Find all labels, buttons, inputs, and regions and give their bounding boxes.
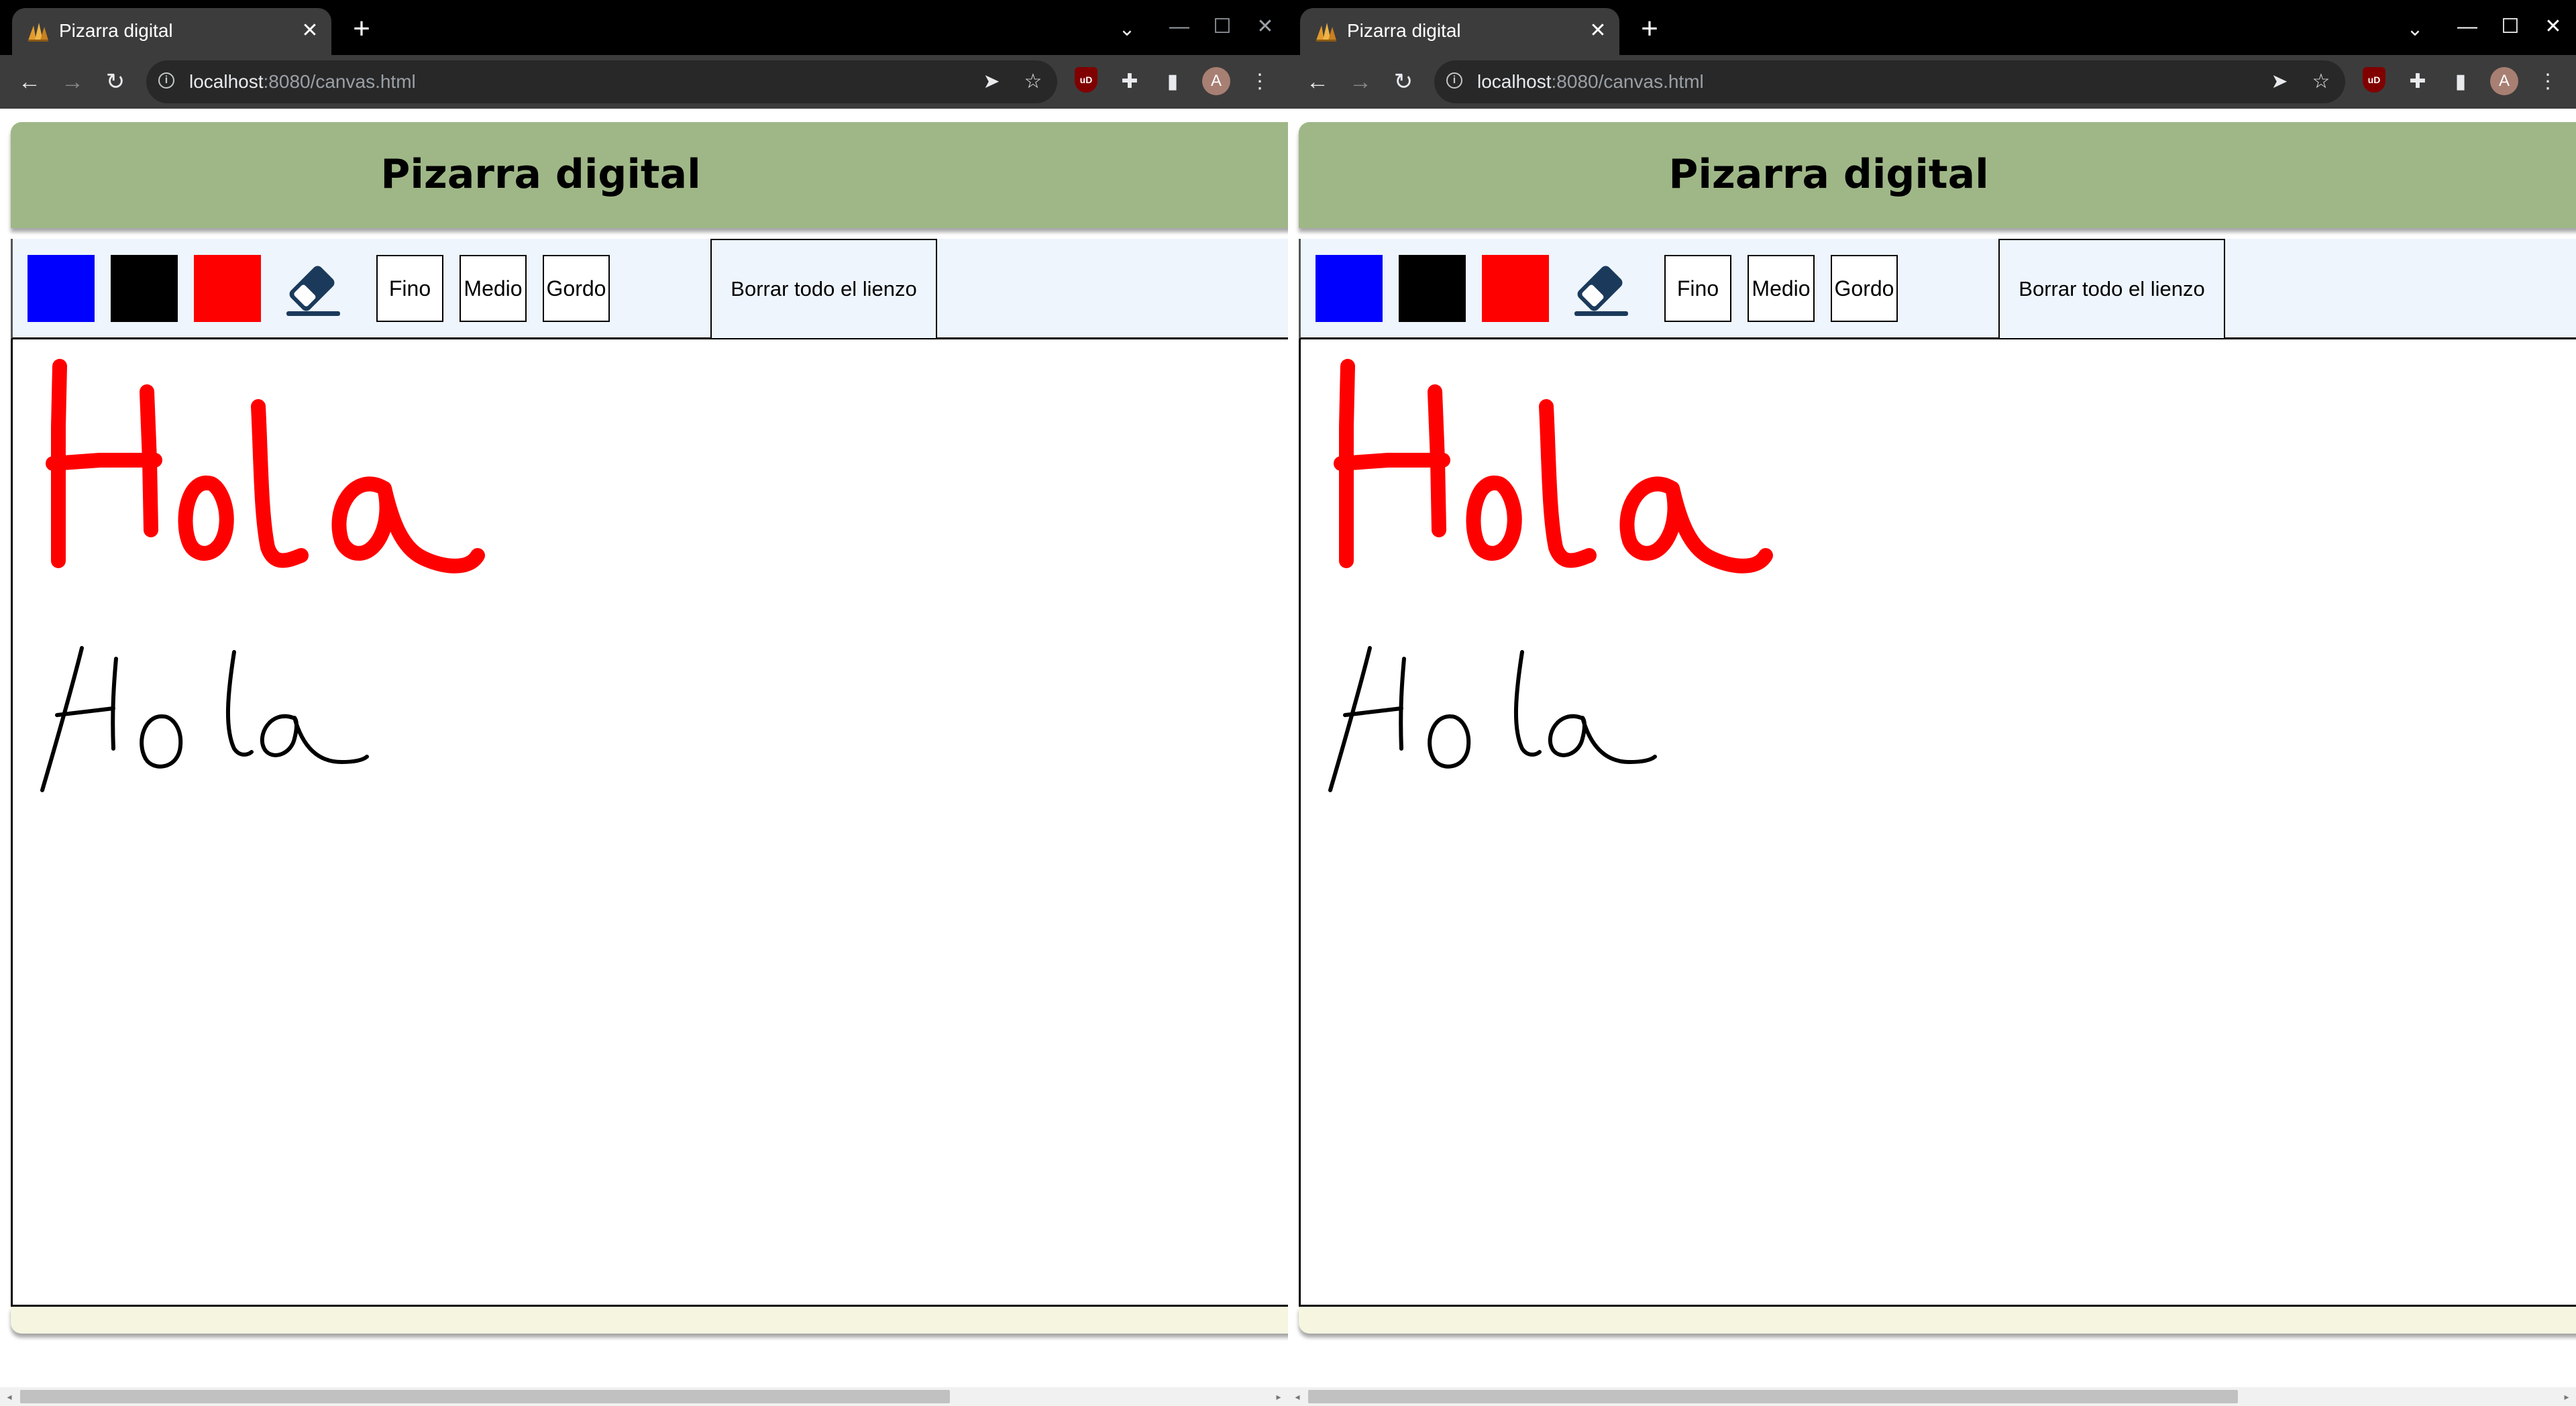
eraser-icon[interactable] (278, 255, 345, 322)
send-icon[interactable]: ➤ (977, 67, 1006, 97)
tab-search-chevron-icon[interactable]: ⌄ (1114, 16, 1140, 43)
drawing-canvas[interactable] (11, 339, 1288, 1307)
tab-close-icon[interactable]: ✕ (1585, 17, 1611, 44)
browser-window-left: Pizarra digital ✕ + ⌄ — ☐ ✕ ← → ↻ i loca… (0, 0, 1288, 1406)
black-handwriting (40, 646, 369, 792)
tab-close-icon[interactable]: ✕ (297, 17, 323, 44)
reload-icon[interactable]: ↻ (1387, 66, 1419, 98)
tab-strip: Pizarra digital ✕ + ⌄ — ☐ ✕ (0, 0, 1288, 55)
size-gordo-button[interactable]: Gordo (1831, 255, 1898, 322)
eraser-icon[interactable] (1566, 255, 1633, 322)
browser-menu-icon[interactable]: ⋮ (2533, 67, 2563, 97)
clear-canvas-button[interactable]: Borrar todo el lienzo (710, 239, 937, 339)
pizarra-page: Pizarra digital Fino Medio Gordo Borrar … (1299, 122, 2576, 1334)
browser-toolbar: ← → ↻ i localhost:8080/canvas.html ➤ ☆ u… (1288, 55, 2576, 109)
tab-search-chevron-icon[interactable]: ⌄ (2402, 16, 2428, 43)
color-swatch-red[interactable] (1482, 255, 1549, 322)
clear-canvas-button[interactable]: Borrar todo el lienzo (1998, 239, 2225, 339)
bookmark-star-icon[interactable]: ☆ (2306, 67, 2336, 97)
ublock-extension-icon[interactable]: uD (1075, 67, 1097, 93)
page-viewport: Pizarra digital Fino Medio Gordo Borrar … (1288, 109, 2576, 1406)
tab-strip: Pizarra digital ✕ + ⌄ — ☐ ✕ (1288, 0, 2576, 55)
size-fino-button[interactable]: Fino (376, 255, 443, 322)
pizarra-page: Pizarra digital Fino Medio Gordo Borrar … (11, 122, 1288, 1334)
side-panel-icon[interactable]: ▮ (1158, 67, 1187, 97)
profile-avatar[interactable]: A (1202, 67, 1230, 95)
size-medio-button[interactable]: Medio (1748, 255, 1815, 322)
bookmark-star-icon[interactable]: ☆ (1018, 67, 1048, 97)
tool-controls: Fino Medio Gordo Borrar todo el lienzo (11, 239, 1288, 339)
color-swatch-blue[interactable] (28, 255, 95, 322)
pizarra-favicon-icon (28, 23, 48, 42)
page-title: Pizarra digital (380, 151, 701, 198)
browser-window-right: Pizarra digital ✕ + ⌄ — ☐ ✕ ← → ↻ i loca… (1288, 0, 2576, 1406)
minimize-button[interactable]: — (2453, 13, 2482, 40)
page-footer (1299, 1307, 2576, 1334)
size-medio-button[interactable]: Medio (460, 255, 527, 322)
new-tab-button[interactable]: + (346, 13, 377, 44)
horizontal-scrollbar[interactable]: ◂ ▸ (1288, 1387, 2576, 1406)
color-swatch-blue[interactable] (1316, 255, 1383, 322)
back-icon[interactable]: ← (13, 66, 46, 98)
maximize-button[interactable]: ☐ (1208, 13, 1237, 40)
canvas-drawing (40, 359, 485, 792)
site-info-icon[interactable]: i (158, 72, 174, 89)
tab-pizarra-digital[interactable]: Pizarra digital ✕ (12, 8, 331, 55)
scroll-left-arrow-icon[interactable]: ◂ (1291, 1387, 1304, 1406)
scroll-left-arrow-icon[interactable]: ◂ (3, 1387, 16, 1406)
browser-menu-icon[interactable]: ⋮ (1245, 67, 1275, 97)
page-title: Pizarra digital (1668, 151, 1989, 198)
url-path: :8080/canvas.html (1551, 71, 1704, 92)
canvas-drawing (1328, 359, 1773, 792)
address-bar[interactable]: i localhost:8080/canvas.html ➤ ☆ (1434, 60, 2345, 103)
ublock-extension-icon[interactable]: uD (2363, 67, 2385, 93)
minimize-button[interactable]: — (1165, 13, 1194, 40)
extensions-puzzle-icon[interactable]: ✚ (1115, 67, 1144, 97)
url-path: :8080/canvas.html (263, 71, 416, 92)
page-viewport: Pizarra digital Fino Medio Gordo Borrar … (0, 109, 1288, 1406)
tool-controls: Fino Medio Gordo Borrar todo el lienzo (1299, 239, 2576, 339)
color-swatch-red[interactable] (194, 255, 261, 322)
url-text[interactable]: localhost:8080/canvas.html (189, 70, 416, 94)
scrollbar-thumb[interactable] (20, 1390, 950, 1403)
url-text[interactable]: localhost:8080/canvas.html (1477, 70, 1704, 94)
color-swatch-black[interactable] (1399, 255, 1466, 322)
close-window-button[interactable]: ✕ (1250, 13, 1280, 40)
page-footer (11, 1307, 1288, 1334)
tab-pizarra-digital[interactable]: Pizarra digital ✕ (1300, 8, 1619, 55)
url-host: localhost (1477, 71, 1552, 92)
forward-icon[interactable]: → (56, 66, 89, 98)
scroll-right-arrow-icon[interactable]: ▸ (1272, 1387, 1285, 1406)
back-icon[interactable]: ← (1301, 66, 1334, 98)
page-header: Pizarra digital (1299, 122, 2576, 228)
red-handwriting (1334, 359, 1773, 574)
reload-icon[interactable]: ↻ (99, 66, 131, 98)
horizontal-scrollbar[interactable]: ◂ ▸ (0, 1387, 1288, 1406)
tab-title: Pizarra digital (59, 20, 173, 41)
side-panel-icon[interactable]: ▮ (2446, 67, 2475, 97)
url-host: localhost (189, 71, 264, 92)
forward-icon[interactable]: → (1344, 66, 1377, 98)
drawing-canvas[interactable] (1299, 339, 2576, 1307)
address-bar[interactable]: i localhost:8080/canvas.html ➤ ☆ (146, 60, 1057, 103)
size-gordo-button[interactable]: Gordo (543, 255, 610, 322)
close-window-button[interactable]: ✕ (2538, 13, 2568, 40)
profile-avatar[interactable]: A (2490, 67, 2518, 95)
color-swatch-black[interactable] (111, 255, 178, 322)
pizarra-favicon-icon (1316, 23, 1336, 42)
send-icon[interactable]: ➤ (2265, 67, 2294, 97)
browser-toolbar: ← → ↻ i localhost:8080/canvas.html ➤ ☆ u… (0, 55, 1288, 109)
extensions-puzzle-icon[interactable]: ✚ (2403, 67, 2432, 97)
new-tab-button[interactable]: + (1634, 13, 1665, 44)
maximize-button[interactable]: ☐ (2496, 13, 2525, 40)
red-handwriting (46, 359, 485, 574)
site-info-icon[interactable]: i (1446, 72, 1462, 89)
size-fino-button[interactable]: Fino (1664, 255, 1731, 322)
page-header: Pizarra digital (11, 122, 1288, 228)
scroll-right-arrow-icon[interactable]: ▸ (2560, 1387, 2573, 1406)
black-handwriting (1328, 646, 1657, 792)
scrollbar-thumb[interactable] (1308, 1390, 2238, 1403)
tab-title: Pizarra digital (1347, 20, 1461, 41)
